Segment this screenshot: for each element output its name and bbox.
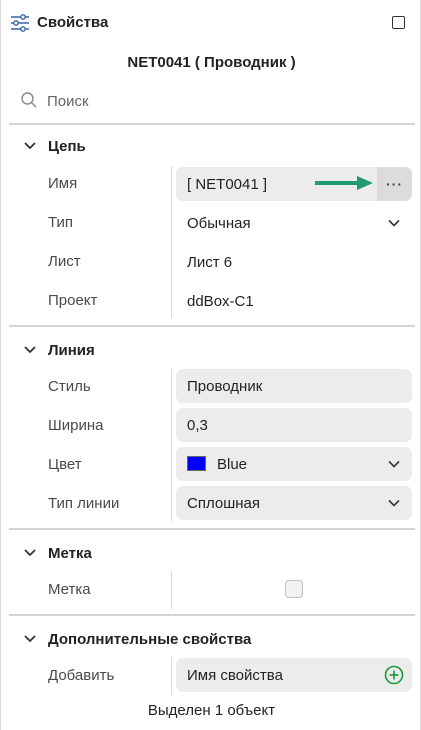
add-circle-icon[interactable] [384, 665, 404, 685]
section-extra-header[interactable]: Дополнительные свойства [23, 628, 251, 650]
divider [9, 528, 415, 530]
chevron-down-icon [24, 635, 36, 643]
sheet-label: Лист [48, 253, 81, 270]
chevron-down-icon [388, 460, 400, 468]
color-label: Цвет [48, 456, 82, 473]
section-label: Цепь [48, 137, 86, 155]
chevron-down-icon [24, 346, 36, 354]
chevron-down-icon [388, 499, 400, 507]
section-label: Дополнительные свойства [48, 630, 252, 648]
status-bar: Выделен 1 объект [147, 702, 276, 719]
chevron-down-icon [24, 549, 36, 557]
search-bar [19, 88, 414, 114]
section-label: Линия [48, 341, 95, 359]
project-value: ddBox-C1 [187, 293, 254, 310]
chevron-down-icon [24, 142, 36, 150]
type-value: Обычная [187, 215, 251, 232]
style-label: Стиль [48, 378, 91, 395]
section-label: Метка [48, 544, 92, 562]
line-type-label: Тип линии [48, 495, 120, 512]
mark-label: Метка [48, 581, 91, 598]
maximize-icon[interactable] [392, 16, 405, 29]
type-label: Тип [48, 214, 74, 231]
sheet-field: Лист 6 [176, 245, 412, 279]
title-bar: Свойства [1, 0, 421, 46]
line-type-value: Сплошная [187, 495, 261, 512]
type-dropdown[interactable]: Обычная [176, 206, 412, 240]
more-button[interactable]: ··· [377, 167, 412, 201]
add-label: Добавить [48, 667, 115, 684]
column-separator [171, 657, 172, 695]
panel-title: Свойства [37, 14, 109, 31]
project-field: ddBox-C1 [176, 284, 412, 318]
property-name-placeholder: Имя свойства [187, 667, 283, 684]
search-input[interactable] [47, 91, 387, 111]
search-icon [21, 92, 37, 108]
color-dropdown[interactable]: Blue [176, 447, 412, 481]
arrow-right-icon [315, 176, 373, 190]
divider [9, 325, 415, 327]
properties-panel: Свойства NET0041 ( Проводник ) Цепь Имя … [0, 0, 421, 730]
line-type-dropdown[interactable]: Сплошная [176, 486, 412, 520]
section-line-header[interactable]: Линия [23, 339, 95, 361]
width-label: Ширина [48, 417, 104, 434]
color-swatch [187, 456, 206, 471]
chevron-down-icon [388, 219, 400, 227]
width-value: 0,3 [187, 417, 208, 434]
name-field[interactable]: [ NET0041 ] ··· [176, 167, 412, 201]
divider [9, 614, 415, 616]
style-field[interactable]: Проводник [176, 369, 412, 403]
divider [9, 123, 415, 125]
project-label: Проект [48, 292, 98, 309]
color-value: Blue [217, 456, 248, 473]
property-name-field[interactable]: Имя свойства [176, 658, 412, 692]
sliders-icon[interactable] [10, 13, 30, 33]
name-label: Имя [48, 175, 78, 192]
width-field[interactable]: 0,3 [176, 408, 412, 442]
column-separator [171, 166, 172, 318]
style-value: Проводник [187, 378, 263, 395]
column-separator [171, 571, 172, 609]
object-title: NET0041 ( Проводник ) [127, 54, 296, 71]
name-value: [ NET0041 ] [187, 176, 268, 193]
section-mark-header[interactable]: Метка [23, 542, 92, 564]
column-separator [171, 369, 172, 521]
sheet-value: Лист 6 [187, 254, 233, 271]
mark-checkbox[interactable] [285, 580, 303, 598]
section-circuit-header[interactable]: Цепь [23, 135, 86, 157]
